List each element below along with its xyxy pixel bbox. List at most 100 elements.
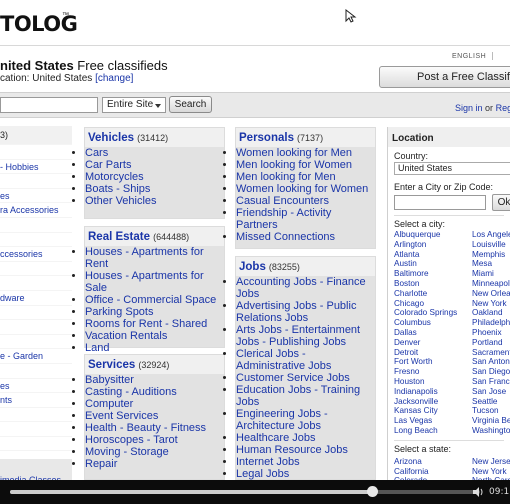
city-link[interactable]: New York	[472, 299, 510, 309]
category-link[interactable]	[0, 304, 72, 320]
category-link[interactable]: Babysitter	[85, 374, 224, 386]
language-english[interactable]: ENGLISH	[452, 53, 486, 60]
city-link[interactable]: Long Beach	[394, 426, 472, 436]
city-link[interactable]: Tucson	[472, 406, 510, 416]
category-link[interactable]: Motorcycles	[85, 171, 224, 183]
city-link[interactable]: Louisville	[472, 240, 510, 250]
category-link[interactable]: Advertising Jobs - Public Relations Jobs	[236, 300, 375, 324]
city-link[interactable]: Indianapolis	[394, 387, 472, 397]
search-button[interactable]: Search	[169, 96, 212, 113]
volume-icon[interactable]	[472, 486, 484, 498]
category-link[interactable]: ccessories	[0, 246, 72, 261]
city-zip-input[interactable]	[394, 195, 486, 210]
category-link[interactable]: Repair	[85, 458, 224, 470]
category-link[interactable]: Car Parts	[85, 159, 224, 171]
category-link[interactable]: e - Garden	[0, 348, 72, 363]
category-link[interactable]: Healthcare Jobs	[236, 432, 375, 444]
category-link[interactable]: Clerical Jobs - Administrative Jobs	[236, 348, 375, 372]
city-link[interactable]: New Jersey	[472, 457, 510, 467]
real-estate-title-link[interactable]: Real Estate	[88, 231, 150, 243]
city-link[interactable]: Oakland	[472, 308, 510, 318]
city-link[interactable]: Los Angeles	[472, 230, 510, 240]
personals-title-link[interactable]: Personals	[239, 132, 294, 144]
category-link[interactable]: Houses - Apartments for Rent	[85, 246, 224, 270]
seek-handle[interactable]	[366, 486, 378, 497]
category-link[interactable]: Legal Jobs	[236, 468, 375, 480]
category-link[interactable]: Other Vehicles	[85, 195, 224, 207]
city-link[interactable]: California	[394, 467, 472, 477]
country-select[interactable]: United States	[394, 162, 510, 175]
category-link[interactable]: Customer Service Jobs	[236, 372, 375, 384]
city-link[interactable]: Philadelphia	[472, 318, 510, 328]
category-link[interactable]: Parking Spots	[85, 306, 224, 318]
city-link[interactable]: Portland	[472, 338, 510, 348]
city-link[interactable]: New Orleans	[472, 289, 510, 299]
change-location-link[interactable]: [change]	[95, 73, 133, 84]
city-link[interactable]: Virginia Beach	[472, 416, 510, 426]
category-link[interactable]: Health - Beauty - Fitness	[85, 422, 224, 434]
category-link[interactable]: Internet Jobs	[236, 456, 375, 468]
category-link[interactable]: dware	[0, 289, 72, 305]
category-link[interactable]	[0, 260, 72, 276]
category-link[interactable]	[0, 362, 72, 378]
category-link[interactable]: Office - Commercial Space	[85, 294, 224, 306]
category-link[interactable]: Women looking for Men	[236, 147, 375, 159]
category-link[interactable]: Computer	[85, 398, 224, 410]
vehicles-title-link[interactable]: Vehicles	[88, 132, 134, 144]
city-link[interactable]: Baltimore	[394, 269, 472, 279]
category-link[interactable]	[0, 216, 72, 232]
category-link[interactable]: Accounting Jobs - Finance Jobs	[236, 276, 375, 300]
category-link[interactable]: Arts Jobs - Entertainment Jobs - Publish…	[236, 324, 375, 348]
register-link[interactable]: Register	[496, 103, 510, 113]
city-link[interactable]: Arlington	[394, 240, 472, 250]
city-link[interactable]: Miami	[472, 269, 510, 279]
category-link[interactable]: ra Accessories	[0, 202, 72, 217]
category-link[interactable]: Friendship - Activity Partners	[236, 207, 375, 231]
city-link[interactable]: Houston	[394, 377, 472, 387]
category-link[interactable]	[0, 231, 72, 247]
category-link[interactable]: - Hobbies	[0, 158, 72, 174]
city-link[interactable]: Chicago	[394, 299, 472, 309]
search-scope-select[interactable]: Entire Site	[102, 97, 166, 113]
city-link[interactable]: Washington	[472, 426, 510, 436]
category-link[interactable]: Cars	[85, 147, 224, 159]
city-link[interactable]: Kansas City	[394, 406, 472, 416]
category-link[interactable]	[0, 173, 72, 188]
category-link[interactable]: Vacation Rentals	[85, 330, 224, 342]
city-link[interactable]: Denver	[394, 338, 472, 348]
category-link[interactable]: Rooms for Rent - Shared	[85, 318, 224, 330]
city-link[interactable]: Arizona	[394, 457, 472, 467]
city-link[interactable]: New York	[472, 467, 510, 477]
city-link[interactable]: Columbus	[394, 318, 472, 328]
sign-in-link[interactable]: Sign in	[455, 103, 483, 113]
category-link[interactable]: es	[0, 187, 72, 203]
category-link[interactable]: Missed Connections	[236, 231, 375, 243]
category-link[interactable]: Land	[85, 342, 224, 354]
site-logo[interactable]: TOLOG ™	[0, 4, 78, 42]
category-link[interactable]: Horoscopes - Tarot	[85, 434, 224, 446]
category-link[interactable]	[0, 406, 72, 422]
category-link[interactable]: es	[0, 377, 72, 393]
city-link[interactable]: Albuquerque	[394, 230, 472, 240]
city-link[interactable]: Charlotte	[394, 289, 472, 299]
search-input[interactable]	[0, 97, 98, 113]
city-link[interactable]: San Jose	[472, 387, 510, 397]
city-link[interactable]: Jacksonville	[394, 397, 472, 407]
city-link[interactable]: San Diego	[472, 367, 510, 377]
jobs-title-link[interactable]: Jobs	[239, 261, 266, 273]
city-link[interactable]: Dallas	[394, 328, 472, 338]
category-link[interactable]: Women looking for Women	[236, 183, 375, 195]
category-link[interactable]: Casting - Auditions	[85, 386, 224, 398]
city-link[interactable]: Memphis	[472, 250, 510, 260]
city-link[interactable]: San Antonio	[472, 357, 510, 367]
city-link[interactable]: Phoenix	[472, 328, 510, 338]
category-link[interactable]	[0, 144, 72, 159]
city-link[interactable]: Minneapolis	[472, 279, 510, 289]
category-link[interactable]: Event Services	[85, 410, 224, 422]
city-link[interactable]: Fort Worth	[394, 357, 472, 367]
city-link[interactable]: Detroit	[394, 348, 472, 358]
language-switcher[interactable]: ENGLISH	[452, 52, 499, 60]
category-link[interactable]: Men looking for Men	[236, 171, 375, 183]
city-link[interactable]: San Francisco	[472, 377, 510, 387]
category-link[interactable]	[0, 319, 72, 334]
